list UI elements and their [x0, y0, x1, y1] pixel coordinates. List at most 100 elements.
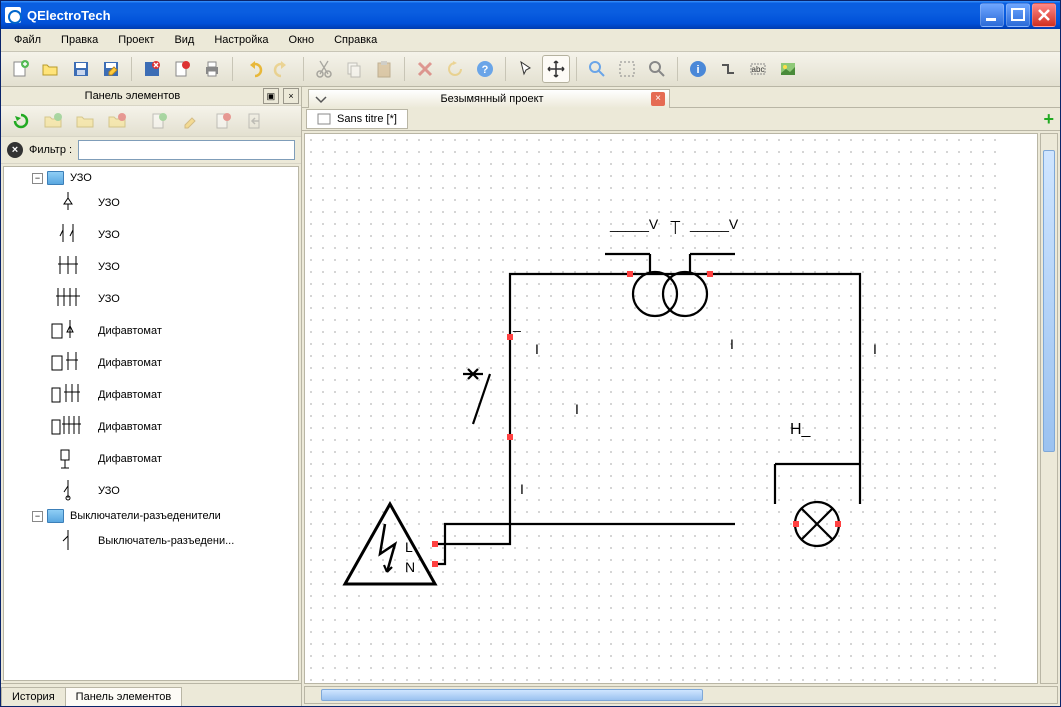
help-button[interactable]: ?	[471, 55, 499, 83]
project-title: Безымянный проект	[333, 93, 651, 105]
undo-button[interactable]	[239, 55, 267, 83]
tree-item-label: УЗО	[88, 293, 120, 305]
project-close-button[interactable]: ×	[651, 92, 665, 106]
tree-item-label: Дифавтомат	[88, 421, 162, 433]
svg-text:_: _	[512, 316, 521, 332]
panel-import-button[interactable]	[241, 107, 269, 135]
print-button[interactable]	[198, 55, 226, 83]
tree-category-uzo[interactable]: − УЗО	[4, 169, 298, 187]
tree-item[interactable]: Дифавтомат	[4, 379, 298, 411]
select-tool-button[interactable]	[512, 55, 540, 83]
tree-item[interactable]: УЗО	[4, 475, 298, 507]
svg-text:I: I	[730, 336, 734, 352]
panel-edit-element-button[interactable]	[177, 107, 205, 135]
project-menu-icon[interactable]	[313, 92, 329, 106]
elements-panel: Панель элементов ▣ × × Фильтр :	[1, 87, 302, 706]
elements-tree[interactable]: − УЗО УЗО УЗО УЗО УЗО Дифавтомат Дифавто…	[3, 166, 299, 681]
scroll-thumb[interactable]	[1043, 150, 1055, 452]
tree-item[interactable]: УЗО	[4, 187, 298, 219]
copy-button[interactable]	[340, 55, 368, 83]
collapse-icon[interactable]: −	[32, 511, 43, 522]
menu-help[interactable]: Справка	[325, 31, 386, 49]
svg-text:_____V: _____V	[609, 216, 659, 232]
panel-title: Панель элементов	[3, 90, 262, 102]
panel-float-button[interactable]: ▣	[263, 88, 279, 104]
text-tool-button[interactable]: abc	[744, 55, 772, 83]
folder-icon	[47, 171, 64, 185]
export-button[interactable]	[168, 55, 196, 83]
menu-window[interactable]: Окно	[280, 31, 324, 49]
menu-file[interactable]: Файл	[5, 31, 50, 49]
panel-refresh-button[interactable]	[7, 107, 35, 135]
tab-elements[interactable]: Панель элементов	[65, 687, 183, 706]
scroll-thumb[interactable]	[321, 689, 703, 701]
tree-item-label: Дифавтомат	[88, 389, 162, 401]
tree-item[interactable]: Дифавтомат	[4, 347, 298, 379]
menu-edit[interactable]: Правка	[52, 31, 107, 49]
filter-input[interactable]	[78, 140, 295, 160]
image-tool-button[interactable]	[774, 55, 802, 83]
tree-category-breakers[interactable]: − Выключатели-разъеденители	[4, 507, 298, 525]
redo-button[interactable]	[269, 55, 297, 83]
tree-item[interactable]: Дифавтомат	[4, 443, 298, 475]
cut-button[interactable]	[310, 55, 338, 83]
open-button[interactable]	[37, 55, 65, 83]
project-tab[interactable]: Безымянный проект ×	[308, 89, 670, 108]
tree-item-label: Дифавтомат	[88, 357, 162, 369]
conductor-button[interactable]	[714, 55, 742, 83]
filter-label: Фильтр :	[29, 144, 72, 156]
add-sheet-button[interactable]: +	[1043, 109, 1054, 130]
tree-item[interactable]: УЗО	[4, 283, 298, 315]
panel-new-folder-button[interactable]	[39, 107, 67, 135]
collapse-icon[interactable]: −	[32, 173, 43, 184]
element-symbol-icon	[48, 189, 88, 217]
save-button[interactable]	[67, 55, 95, 83]
delete-button[interactable]	[411, 55, 439, 83]
rotate-button[interactable]	[441, 55, 469, 83]
clear-filter-icon[interactable]: ×	[7, 142, 23, 158]
sheet-tab[interactable]: Sans titre [*]	[306, 109, 408, 129]
move-tool-button[interactable]	[542, 55, 570, 83]
svg-text:i: i	[696, 64, 699, 76]
panel-close-button[interactable]: ×	[283, 88, 299, 104]
folder-icon	[47, 509, 64, 523]
window-maximize-button[interactable]	[1006, 3, 1030, 27]
save-as-button[interactable]	[97, 55, 125, 83]
window-minimize-button[interactable]	[980, 3, 1004, 27]
tree-item[interactable]: Дифавтомат	[4, 315, 298, 347]
zoom-reset-button[interactable]	[643, 55, 671, 83]
svg-text:?: ?	[482, 64, 489, 76]
new-project-button[interactable]	[7, 55, 35, 83]
tree-item[interactable]: Дифавтомат	[4, 411, 298, 443]
tree-item[interactable]: УЗО	[4, 219, 298, 251]
tree-item-label: УЗО	[88, 229, 120, 241]
label-H: H_	[790, 421, 812, 438]
panel-new-element-button[interactable]	[145, 107, 173, 135]
info-button[interactable]: i	[684, 55, 712, 83]
label-L: L	[405, 539, 413, 555]
menu-view[interactable]: Вид	[165, 31, 203, 49]
panel-edit-folder-button[interactable]	[71, 107, 99, 135]
diagram-canvas[interactable]: L N _____V _____V ⟙ H_ _ I I I I I	[304, 133, 1038, 684]
svg-text:I: I	[873, 341, 877, 357]
horizontal-scrollbar[interactable]	[304, 686, 1058, 704]
app-icon	[5, 7, 21, 23]
sheet-icon	[317, 113, 331, 125]
paste-button[interactable]	[370, 55, 398, 83]
sheet-tab-bar: Sans titre [*] +	[302, 107, 1060, 131]
menu-project[interactable]: Проект	[109, 31, 163, 49]
tab-history[interactable]: История	[1, 687, 66, 706]
tree-item[interactable]: УЗО	[4, 251, 298, 283]
panel-delete-element-button[interactable]	[209, 107, 237, 135]
panel-delete-folder-button[interactable]	[103, 107, 131, 135]
close-sheet-button[interactable]	[138, 55, 166, 83]
zoom-fit-button[interactable]	[613, 55, 641, 83]
menu-settings[interactable]: Настройка	[205, 31, 277, 49]
tree-category-label: УЗО	[64, 172, 92, 184]
vertical-scrollbar[interactable]	[1040, 133, 1058, 684]
main-toolbar: ? i abc	[1, 52, 1060, 87]
svg-text:I: I	[575, 401, 579, 417]
zoom-button[interactable]	[583, 55, 611, 83]
window-close-button[interactable]	[1032, 3, 1056, 27]
tree-item[interactable]: Выключатель-разъедени...	[4, 525, 298, 557]
